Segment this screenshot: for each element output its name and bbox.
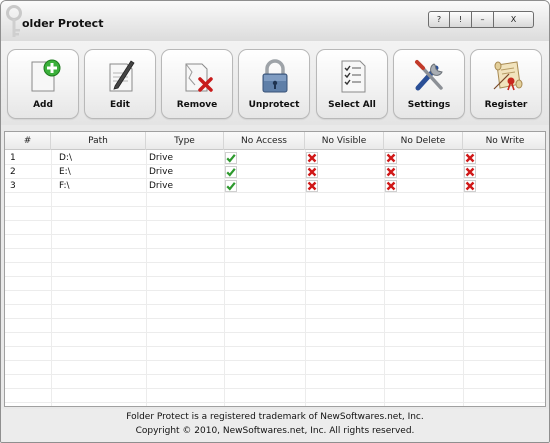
grid-row-line [5,388,545,389]
grid-row-line [5,206,545,207]
scroll-icon [493,61,523,91]
grid-row-line [5,318,545,319]
select-all-button[interactable]: Select All [316,49,388,119]
add-button[interactable]: Add [7,49,79,119]
no-access-check-icon[interactable] [225,166,237,178]
table-row[interactable]: 2 E:\ Drive [5,165,545,179]
grid-row-line [5,304,545,305]
settings-button[interactable]: Settings [393,49,465,119]
row-path: E:\ [59,167,71,177]
trademark-notice: Folder Protect is a registered trademark… [126,412,424,422]
title-bar[interactable]: older Protect ? ! – X [1,1,549,41]
footer: Folder Protect is a registered trademark… [1,409,549,442]
unprotect-label: Unprotect [248,100,300,110]
row-number: 2 [10,167,16,177]
row-type: Drive [149,153,173,163]
register-label: Register [484,100,528,110]
col-header-no-visible[interactable]: No Visible [305,132,384,150]
no-visible-cross-icon[interactable] [306,180,318,192]
toolbar: Add Edit Remove Unprotect Select All Set… [1,41,549,125]
select-all-label: Select All [328,100,376,110]
col-header-number[interactable]: # [5,132,51,150]
no-delete-cross-icon[interactable] [385,180,397,192]
add-label: Add [33,100,53,110]
checklist-icon [341,60,366,93]
grid-row-line [5,360,545,361]
row-type: Drive [149,181,173,191]
padlock-icon [262,59,288,93]
no-visible-cross-icon[interactable] [306,152,318,164]
col-header-type[interactable]: Type [146,132,224,150]
table-header: # Path Type No Access No Visible No Dele… [5,132,545,150]
app-window: older Protect ? ! – X Add Edit Remove Un… [0,0,550,443]
remove-label: Remove [176,100,218,110]
no-access-check-icon[interactable] [225,152,237,164]
col-header-no-access[interactable]: No Access [224,132,305,150]
row-number: 3 [10,181,16,191]
minimize-button[interactable]: – [472,11,494,28]
table-row[interactable]: 3 F:\ Drive [5,179,545,193]
no-visible-cross-icon[interactable] [306,166,318,178]
settings-label: Settings [407,100,451,110]
edit-document-icon [109,60,135,92]
remove-button[interactable]: Remove [161,49,233,119]
no-write-cross-icon[interactable] [464,166,476,178]
grid-row-line [5,332,545,333]
window-controls: ? ! – X [428,11,534,29]
no-write-cross-icon[interactable] [464,152,476,164]
grid-row-line [5,276,545,277]
unprotect-button[interactable]: Unprotect [238,49,310,119]
edit-button[interactable]: Edit [84,49,156,119]
row-path: F:\ [59,181,70,191]
register-button[interactable]: Register [470,49,542,119]
col-header-no-delete[interactable]: No Delete [384,132,463,150]
row-number: 1 [10,153,16,163]
grid-row-line [5,234,545,235]
row-type: Drive [149,167,173,177]
no-delete-cross-icon[interactable] [385,152,397,164]
grid-row-line [5,402,545,403]
tools-icon [415,60,443,91]
about-button[interactable]: ! [450,11,472,28]
grid-row-line [5,220,545,221]
help-button[interactable]: ? [428,11,450,28]
copyright-notice: Copyright © 2010, NewSoftwares.net, Inc.… [135,426,415,436]
protected-items-table[interactable]: # Path Type No Access No Visible No Dele… [4,131,546,407]
grid-row-line [5,290,545,291]
no-delete-cross-icon[interactable] [385,166,397,178]
grid-row-line [5,248,545,249]
edit-label: Edit [110,100,130,110]
no-access-check-icon[interactable] [225,180,237,192]
grid-row-line [5,346,545,347]
table-row[interactable]: 1 D:\ Drive [5,151,545,165]
no-write-cross-icon[interactable] [464,180,476,192]
grid-row-line [5,262,545,263]
grid-row-line [5,374,545,375]
col-header-no-write[interactable]: No Write [463,132,545,150]
remove-document-icon [185,63,213,92]
add-document-icon [31,59,61,92]
row-path: D:\ [59,153,72,163]
col-header-path[interactable]: Path [51,132,146,150]
close-button[interactable]: X [494,11,534,28]
window-title: older Protect [22,17,104,30]
